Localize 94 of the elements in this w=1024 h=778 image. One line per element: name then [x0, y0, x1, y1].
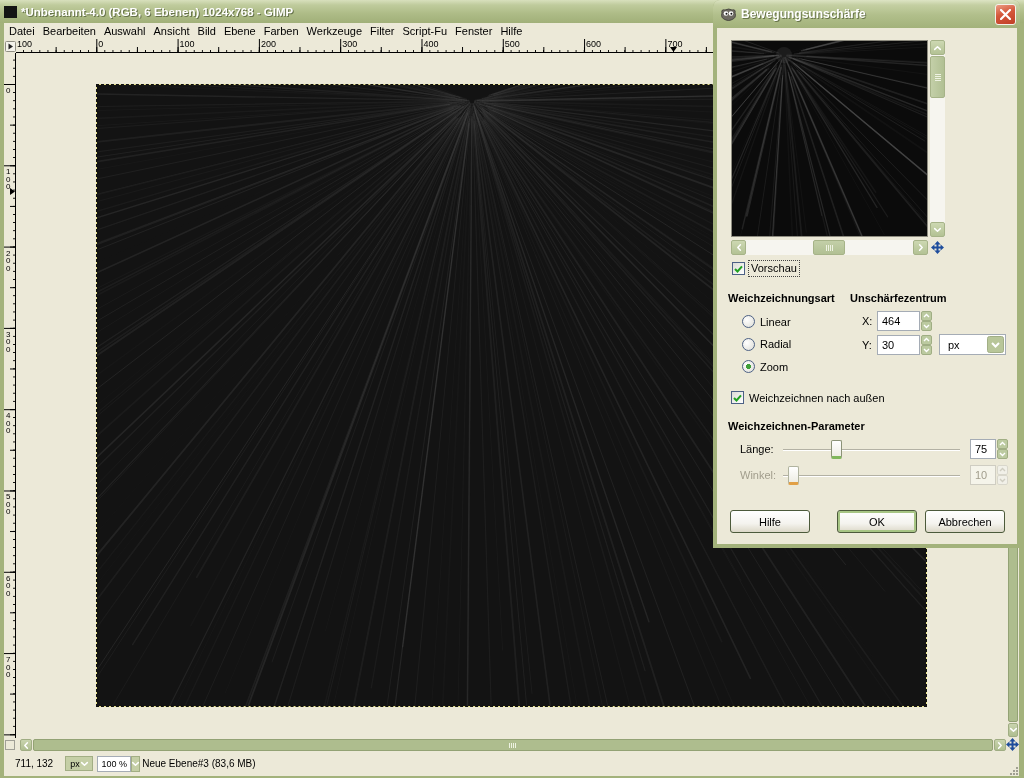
resize-grip-icon[interactable]	[1008, 765, 1018, 775]
ruler-label: 100	[17, 39, 33, 49]
menu-item[interactable]: Farben	[259, 24, 303, 38]
chevron-down-icon	[1009, 728, 1017, 732]
dialog-button[interactable]: Abbrechen	[925, 510, 1005, 533]
dialog-title: Bewegungsunschärfe	[741, 7, 866, 21]
section-heading: Weichzeichnungsart	[728, 291, 835, 305]
pointer-coordinates: 711, 132	[15, 758, 54, 769]
scrollbar-thumb[interactable]	[930, 56, 945, 98]
unit-dropdown[interactable]: px	[939, 334, 1006, 355]
menu-item[interactable]: Ebene	[219, 24, 260, 38]
unit-dropdown[interactable]: px	[65, 756, 94, 771]
ruler-label: 100	[179, 39, 195, 49]
spin-arrows-icon[interactable]	[921, 334, 932, 355]
four-way-arrow-icon[interactable]	[1006, 738, 1019, 751]
ruler-label: 200	[260, 39, 276, 49]
ruler-label: 300	[342, 39, 358, 49]
ruler-label: 0	[98, 39, 104, 49]
section-heading: Weichzeichnen-Parameter	[728, 419, 865, 433]
radio-button[interactable]	[742, 315, 755, 328]
spin-arrows-icon[interactable]	[997, 439, 1008, 459]
ruler-label: 400	[423, 39, 439, 49]
number-field[interactable]: 30	[877, 334, 920, 355]
ruler-label: 500	[6, 493, 12, 516]
dialog-button[interactable]: OK	[837, 510, 917, 533]
scroll-left-button[interactable]	[731, 240, 746, 255]
checkmark-icon	[734, 264, 743, 273]
four-way-arrow-icon[interactable]	[931, 241, 944, 254]
menu-item[interactable]: Bearbeiten	[38, 24, 100, 38]
checkbox-label[interactable]: Weichzeichnen nach außen	[749, 391, 885, 404]
menu-item[interactable]: Auswahl	[99, 24, 150, 38]
ruler-label: 600	[6, 574, 12, 598]
field-label: Y:	[862, 338, 872, 351]
ruler-label: 500	[504, 39, 520, 49]
zoom-dropdown-button[interactable]	[131, 755, 141, 772]
radio-label[interactable]: Zoom	[760, 360, 789, 373]
window-title: *Unbenannt-4.0 (RGB, 6 Ebenen) 1024x768 - GIMP	[21, 5, 294, 18]
number-field[interactable]: 464	[877, 311, 920, 331]
chevron-left-icon	[24, 741, 28, 749]
radio-label[interactable]: Linear	[760, 315, 791, 328]
checkbox-label[interactable]: Vorschau	[748, 260, 800, 277]
menu-item[interactable]: Bild	[193, 24, 220, 38]
zoom-field[interactable]: 100 %	[97, 755, 132, 772]
checkbox[interactable]	[731, 391, 744, 404]
close-icon	[1000, 8, 1011, 20]
menu-item[interactable]: Datei	[5, 24, 39, 38]
dialog-button[interactable]: Hilfe	[730, 510, 810, 533]
spin-arrows-icon[interactable]	[921, 311, 932, 331]
ruler-label: 100	[6, 168, 12, 191]
ruler-label: 200	[6, 249, 12, 273]
slider-label: Länge:	[740, 443, 774, 455]
checkbox[interactable]	[732, 262, 745, 275]
chevron-up-icon	[934, 45, 941, 50]
slider-thumb[interactable]	[831, 439, 843, 459]
radio-label[interactable]: Radial	[760, 338, 792, 350]
ruler-label: 0	[6, 87, 12, 95]
chevron-down-icon	[934, 227, 941, 232]
menu-item[interactable]: Fenster	[451, 24, 497, 38]
scroll-up-button[interactable]	[930, 40, 945, 55]
square-icon	[4, 5, 17, 18]
scrollbar-thumb[interactable]	[813, 240, 845, 255]
radio-button[interactable]	[742, 337, 755, 351]
chevron-left-icon	[736, 244, 741, 251]
cartoon-face-icon	[720, 7, 737, 21]
slider-label: Winkel:	[740, 469, 777, 481]
chevron-down-icon	[132, 761, 140, 766]
ruler-label: 700	[6, 656, 12, 679]
section-heading: Unschärfezentrum	[850, 291, 947, 305]
ruler-label: 600	[586, 39, 602, 49]
scroll-left-button[interactable]	[20, 739, 32, 751]
field-label: X:	[862, 315, 873, 327]
ruler-label: 700	[667, 39, 683, 49]
menu-item[interactable]: Hilfe	[496, 24, 527, 38]
checkmark-icon	[733, 393, 742, 402]
chevron-right-icon	[998, 741, 1002, 749]
menu-item[interactable]: Ansicht	[149, 24, 194, 38]
close-button[interactable]	[995, 3, 1016, 25]
menu-item[interactable]: Script-Fu	[398, 24, 452, 38]
radio-button[interactable]	[742, 360, 755, 373]
layer-info: Neue Ebene#3 (83,6 MB)	[142, 758, 256, 769]
menu-item[interactable]: Werkzeuge	[302, 24, 366, 38]
vertical-scrollbar[interactable]	[930, 40, 945, 237]
pointer-marker-icon	[10, 188, 15, 195]
ruler-label: 400	[6, 412, 12, 435]
spin-arrows-icon	[997, 465, 1008, 485]
menu-item[interactable]: Filter	[366, 24, 399, 38]
chevron-right-icon	[918, 244, 923, 251]
number-field[interactable]: 75	[970, 439, 996, 459]
dashed-square-icon[interactable]	[5, 739, 15, 750]
number-field: 10	[970, 465, 996, 485]
ruler-label: 300	[6, 330, 12, 354]
pointer-marker-icon	[670, 47, 677, 52]
horizontal-scrollbar[interactable]	[731, 240, 928, 255]
chevron-down-icon	[81, 761, 89, 766]
